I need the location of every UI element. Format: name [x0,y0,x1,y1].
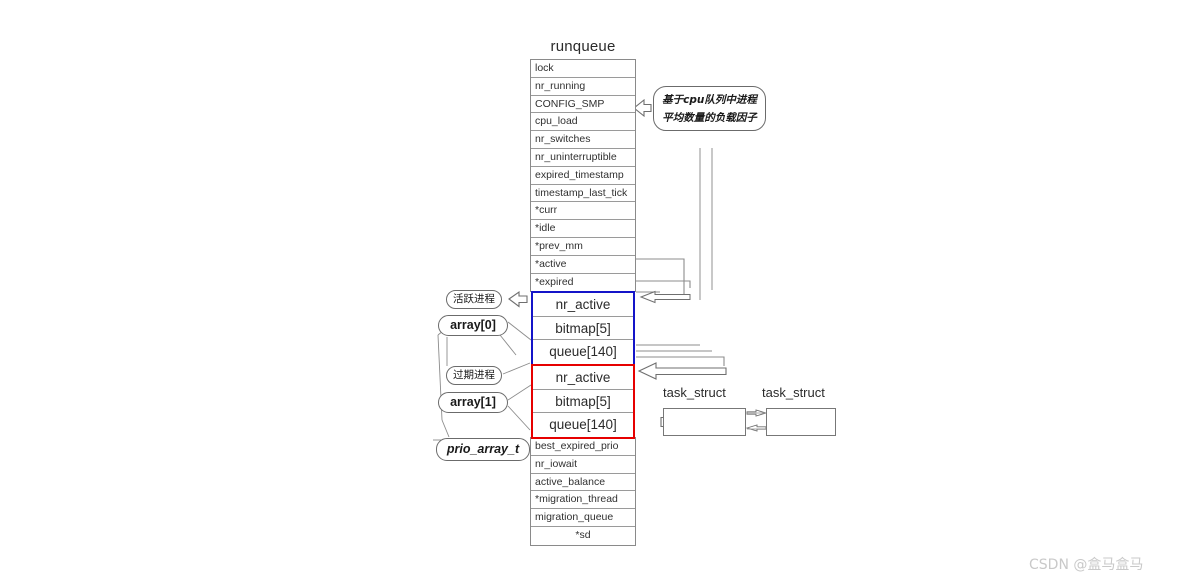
field-timestamp-last-tick: timestamp_last_tick [531,185,635,203]
prio-array-active-block: nr_active bitmap[5] queue[140] [531,291,635,366]
load-factor-arrow-icon [633,98,652,118]
task-struct-box-2 [766,408,836,436]
prio-expired-queue-140: queue[140] [549,417,617,432]
field-curr: *curr [531,202,635,221]
field-nr-switches: nr_switches [531,131,635,149]
field-nr-uninterruptible: nr_uninterruptible [531,149,635,167]
prio-active-nr-active: nr_active [533,293,633,317]
task-struct-label-2: task_struct [762,385,825,400]
diagram-canvas: runqueue lock nr_running CONFIG_SMP cpu_loa… [0,0,1189,582]
callout-load-factor-line2: 平均数量的负载因子 [662,112,757,124]
callout-expired-processes: 过期进程 [446,366,502,385]
field-migration-thread: *migration_thread [531,491,635,510]
callout-array0: array[0] [438,315,508,336]
expired-array-pointer-arrow-icon [637,362,727,380]
callout-array1: array[1] [438,392,508,413]
callout-load-factor-line1: 基于cpu队列中进程 [662,94,757,106]
blue-queue-lines [636,344,725,366]
runqueue-fields-top: lock nr_running CONFIG_SMP cpu_load nr_switc… [530,59,636,293]
prio-expired-nr-active: nr_active [533,366,633,390]
field-nr-running: nr_running [531,78,635,96]
callout-drop-lines [699,148,713,300]
field-best-expired-prio: best_expired_prio [531,438,635,456]
csdn-watermark: CSDN @盒马盒马 [1029,557,1144,573]
callout-active-processes: 活跃进程 [446,290,502,309]
field-active-balance: active_balance [531,474,635,492]
field-config-smp: CONFIG_SMP [531,96,635,114]
task-struct-link-arrows-icon [745,409,768,432]
prio-active-bitmap-5: bitmap[5] [533,317,633,340]
active-label-arrow-icon [508,290,528,308]
prio-active-queue-140: queue[140] [549,344,617,359]
callout-prio-array-type: prio_array_t [436,438,530,461]
field-sd: *sd [575,528,591,541]
prio-array-expired-block: nr_active bitmap[5] queue[140] [531,364,635,439]
field-expired: *expired [535,275,574,288]
field-active: *active [531,256,635,274]
field-migration-queue: migration_queue [531,509,635,527]
active-expired-routing [636,258,691,298]
field-expired-timestamp: expired_timestamp [531,167,635,185]
field-idle: *idle [531,220,635,238]
task-struct-box-1 [663,408,746,436]
struct-title: runqueue [550,38,616,55]
field-lock: lock [531,60,635,78]
field-prev-mm: *prev_mm [531,238,635,256]
prio-expired-bitmap-5: bitmap[5] [533,390,633,413]
active-array-pointer-arrow-icon [639,290,691,304]
callout-load-factor: 基于cpu队列中进程 平均数量的负载因子 [653,86,766,131]
runqueue-fields-bottom: best_expired_prio nr_iowait active_balance… [530,437,636,546]
field-cpu-load: cpu_load [531,113,635,132]
field-nr-iowait: nr_iowait [531,456,635,474]
task-struct-label-1: task_struct [663,385,726,400]
